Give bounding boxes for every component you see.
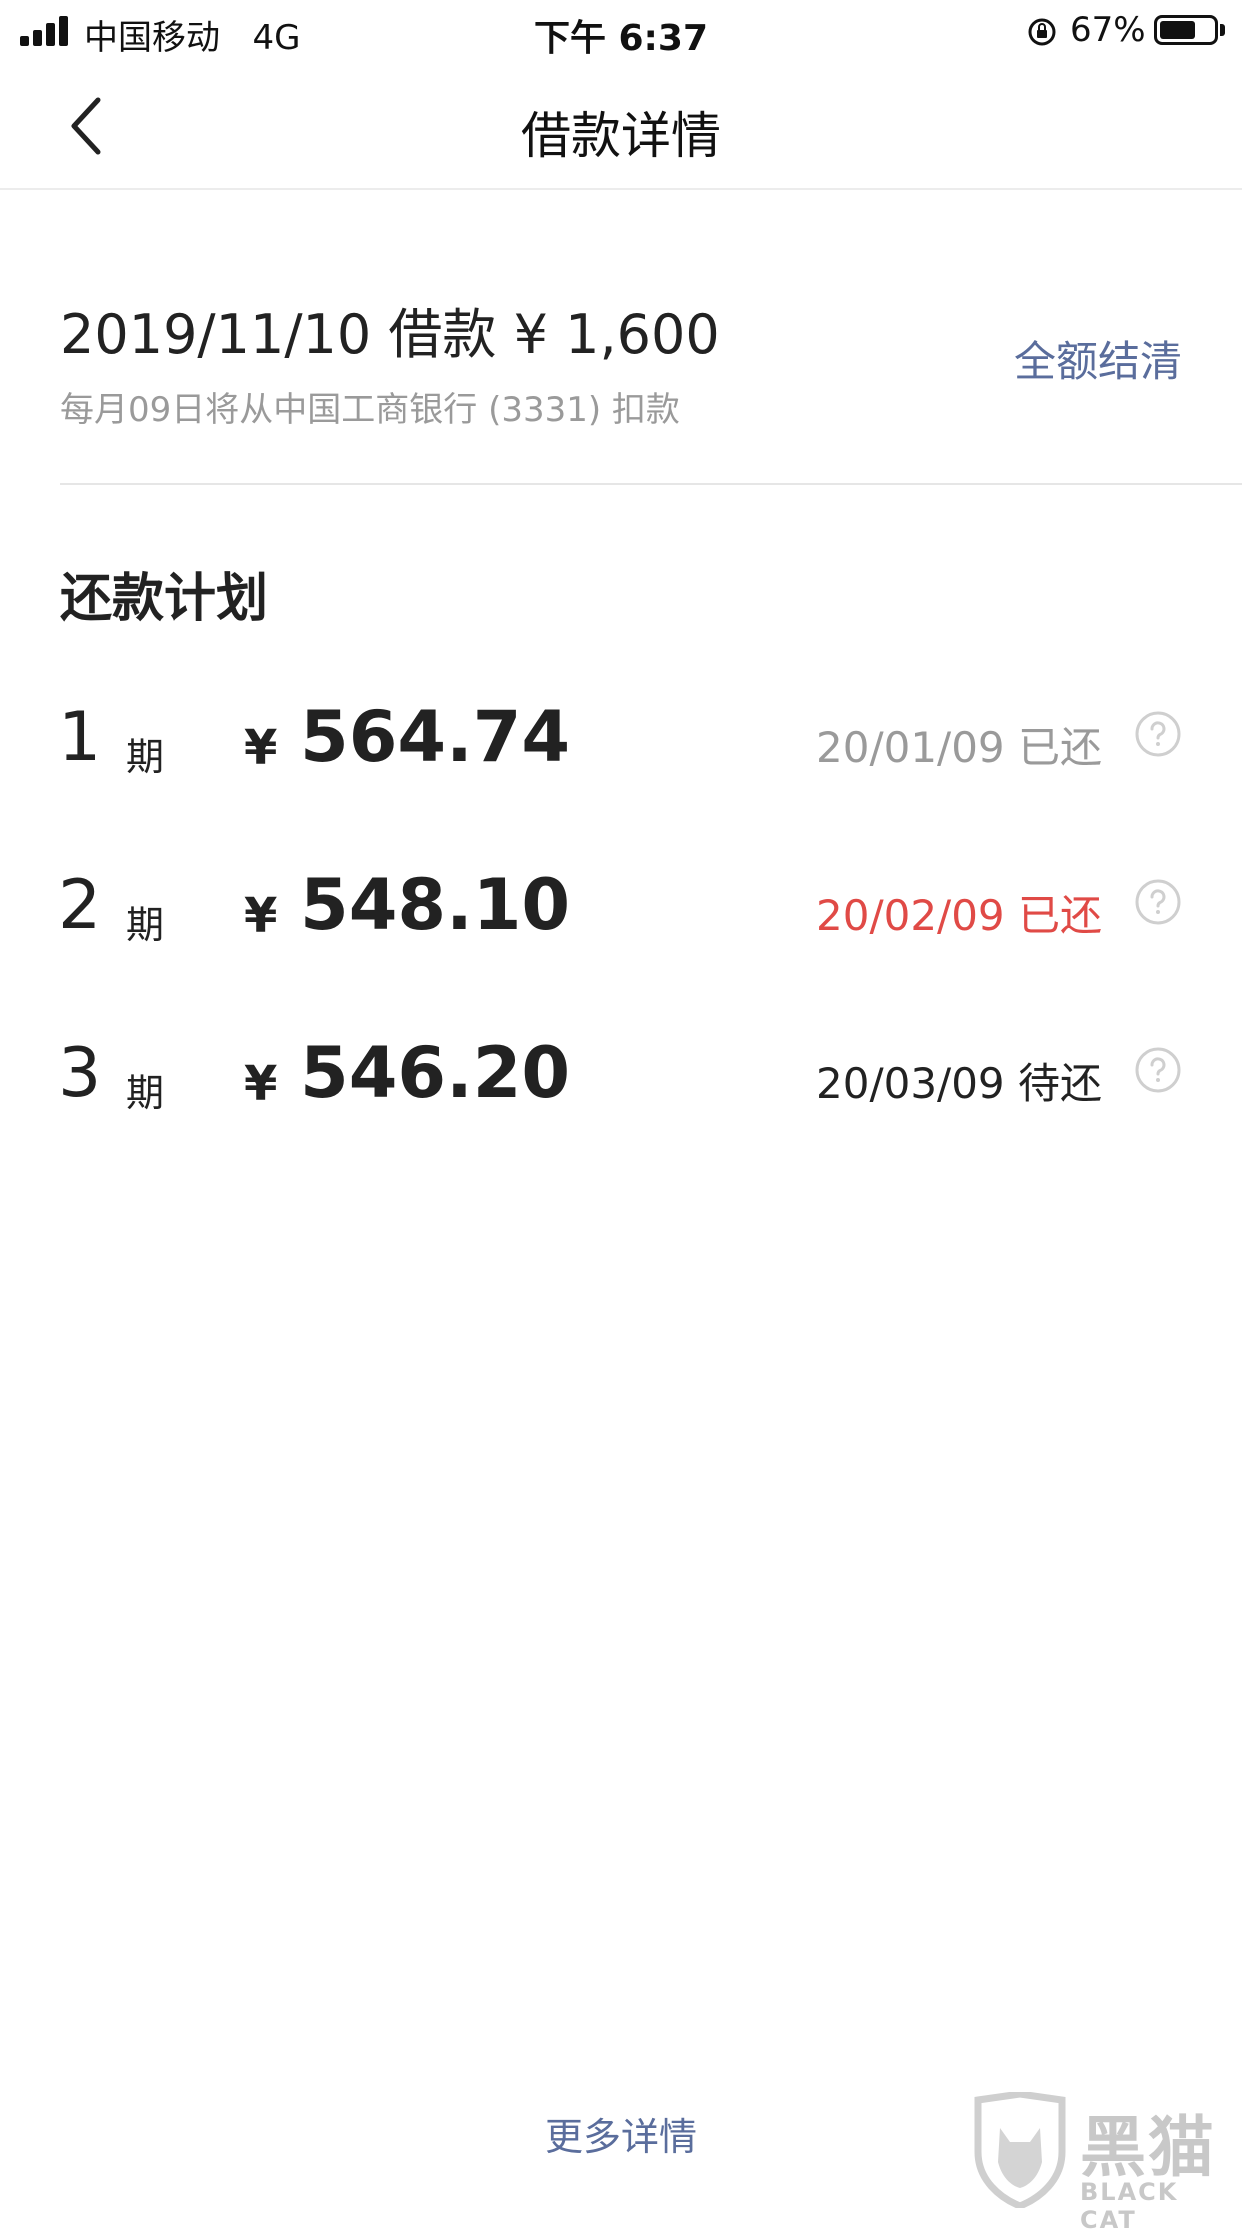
installment-row: 3 期 ¥ 546.20 20/03/09 待还 xyxy=(0,1026,1242,1126)
installment-unit: 期 xyxy=(126,735,165,779)
battery-percent: 67% xyxy=(1070,10,1146,50)
installment-status: 20/02/09 已还 xyxy=(816,891,1102,940)
currency-symbol: ¥ xyxy=(244,720,278,776)
cat-shield-logo-icon xyxy=(974,2092,1066,2208)
help-icon[interactable] xyxy=(1134,1046,1182,1094)
battery-icon xyxy=(1154,15,1218,45)
installment-unit: 期 xyxy=(126,1071,165,1115)
installment-period: 1 xyxy=(58,698,102,777)
status-bar: 中国移动 4G 下午 6:37 67% xyxy=(0,0,1242,62)
installment-unit: 期 xyxy=(126,903,165,947)
help-icon[interactable] xyxy=(1134,878,1182,926)
nav-bar: 借款详情 xyxy=(0,62,1242,190)
divider xyxy=(60,483,1242,485)
watermark-text-cn: 黑猫 xyxy=(1080,2109,1216,2186)
installment-amount: 546.20 xyxy=(300,1032,571,1114)
watermark-text-en: BLACK CAT xyxy=(1080,2178,1179,2234)
rotation-lock-icon xyxy=(1028,18,1056,46)
loan-summary-title: 2019/11/10 借款 ¥ 1,600 xyxy=(60,303,720,366)
installment-row: 2 期 ¥ 548.10 20/02/09 已还 xyxy=(0,858,1242,958)
installment-amount: 564.74 xyxy=(300,696,571,778)
page-title: 借款详情 xyxy=(521,107,721,165)
loan-debit-info: 每月09日将从中国工商银行 (3331) 扣款 xyxy=(60,390,680,430)
black-cat-watermark: 黑猫 BLACK CAT xyxy=(970,2092,1242,2234)
installment-status: 20/03/09 待还 xyxy=(816,1059,1102,1108)
installment-period: 2 xyxy=(58,866,102,945)
settle-in-full-button[interactable]: 全额结清 xyxy=(1014,328,1182,389)
installment-status: 20/01/09 已还 xyxy=(816,723,1102,772)
currency-symbol: ¥ xyxy=(244,1056,278,1112)
installment-period: 3 xyxy=(58,1034,102,1113)
installment-row: 1 期 ¥ 564.74 20/01/09 已还 xyxy=(0,690,1242,790)
help-icon[interactable] xyxy=(1134,710,1182,758)
currency-symbol: ¥ xyxy=(244,888,278,944)
repayment-plan-heading: 还款计划 xyxy=(60,569,269,629)
battery-level-fill xyxy=(1160,21,1195,39)
installment-amount: 548.10 xyxy=(300,864,571,946)
battery-tip xyxy=(1220,24,1225,36)
